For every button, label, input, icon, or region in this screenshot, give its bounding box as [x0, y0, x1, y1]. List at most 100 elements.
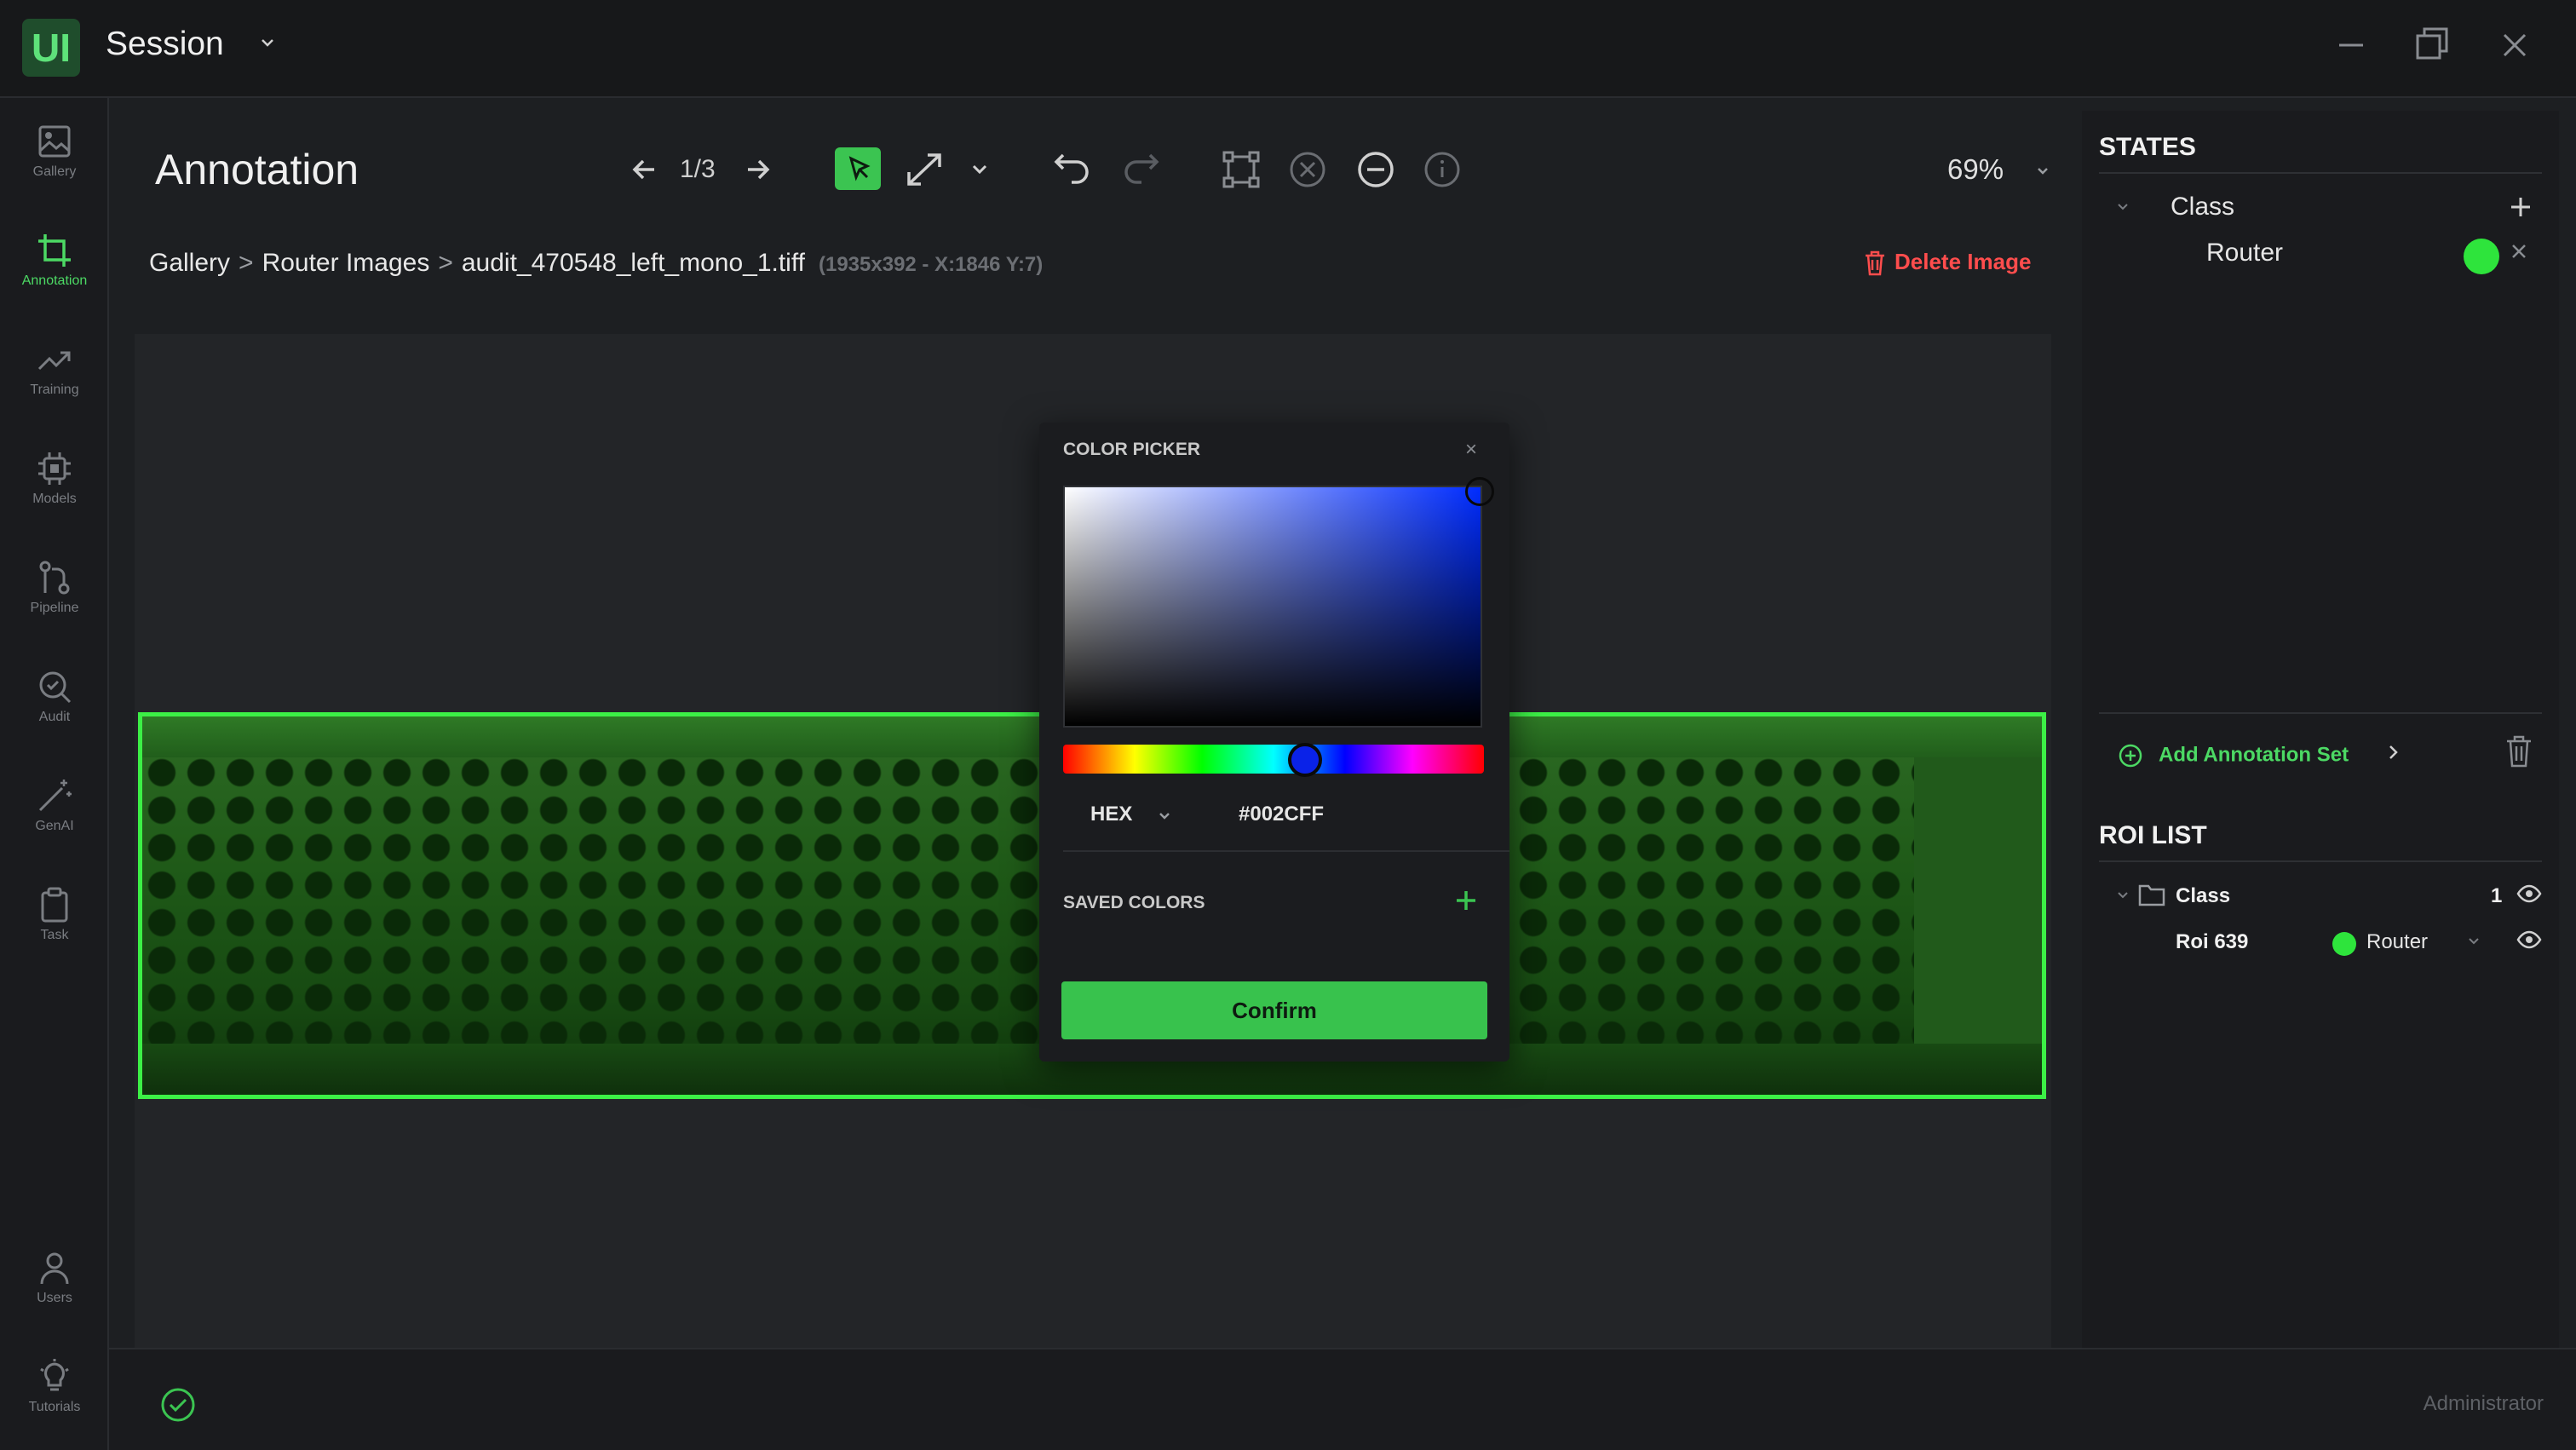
breadcrumb-separator: > — [438, 249, 453, 277]
nav-label: Tutorials — [28, 1400, 81, 1414]
branch-icon — [39, 561, 70, 595]
clipboard-icon — [41, 887, 68, 923]
nav-label: Gallery — [32, 164, 77, 179]
chip-icon — [38, 452, 71, 485]
confirm-button[interactable]: Confirm — [1061, 981, 1487, 1039]
breadcrumb-filename: audit_470548_left_mono_1.tiff — [461, 249, 805, 277]
session-title[interactable]: Session — [106, 26, 224, 63]
add-icon[interactable] — [2508, 194, 2533, 220]
clear-icon[interactable] — [1288, 148, 1327, 191]
nav-item-users[interactable]: Users — [0, 1238, 109, 1332]
chevron-down-icon[interactable] — [2114, 886, 2131, 903]
nav-item-models[interactable]: Models — [0, 439, 109, 532]
nav-label: Task — [40, 928, 69, 942]
close-icon[interactable]: × — [1465, 438, 1477, 462]
page-indicator: 1/3 — [680, 155, 716, 183]
breadcrumb: Gallery > Router Images > audit_470548_left_… — [149, 249, 1043, 278]
saved-colors-title: SAVED COLORS — [1063, 893, 1205, 912]
right-panel: STATES Class Router Add Annotation Set R… — [2082, 111, 2559, 1348]
nav-item-annotation[interactable]: Annotation — [0, 221, 109, 314]
chevron-down-icon[interactable] — [257, 32, 278, 53]
lightbulb-icon — [40, 1359, 69, 1391]
cursor-icon — [848, 156, 871, 181]
nav-label: Annotation — [21, 273, 88, 288]
eye-icon[interactable] — [2516, 927, 2542, 952]
user-role: Administrator — [2423, 1392, 2544, 1415]
nav-label: GenAI — [35, 819, 74, 833]
trash-icon[interactable] — [2504, 734, 2533, 768]
saturation-handle[interactable] — [1465, 477, 1494, 506]
chevron-down-icon[interactable] — [969, 148, 990, 191]
redo-icon[interactable] — [1119, 148, 1162, 191]
roi-count: 1 — [2491, 884, 2503, 907]
image-edge — [1914, 757, 2042, 1052]
nav-item-task[interactable]: Task — [0, 875, 109, 969]
nav-item-gallery[interactable]: Gallery — [0, 112, 109, 205]
chevron-down-icon[interactable] — [2465, 932, 2482, 949]
chevron-down-icon[interactable] — [2114, 198, 2131, 215]
page-title: Annotation — [155, 146, 359, 193]
info-icon[interactable] — [1423, 148, 1462, 191]
trend-icon — [37, 351, 71, 371]
image-meta: (1935x392 - X:1846 Y:7) — [818, 253, 1044, 276]
arrow-right-icon[interactable] — [743, 148, 773, 191]
chevron-down-icon[interactable] — [1157, 808, 1172, 823]
folder-icon — [2138, 883, 2165, 906]
breadcrumb-separator: > — [239, 249, 254, 277]
divider — [2099, 172, 2542, 174]
plus-circle-icon — [2119, 744, 2142, 768]
undo-icon[interactable] — [1051, 148, 1094, 191]
color-picker-dialog: COLOR PICKER × HEX #002CFF SAVED COLORS … — [1039, 423, 1509, 1062]
state-router-label: Router — [2206, 239, 2284, 267]
delete-image-button[interactable]: Delete Image — [1864, 249, 2031, 276]
nav-label: Models — [32, 492, 77, 506]
roi-list-title: ROI LIST — [2099, 821, 2207, 849]
roi-name: Roi 639 — [2176, 930, 2249, 953]
restore-icon[interactable] — [2414, 24, 2452, 66]
nav-item-training[interactable]: Training — [0, 330, 109, 423]
nav-item-audit[interactable]: Audit — [0, 657, 109, 751]
breadcrumb-gallery[interactable]: Gallery — [149, 249, 230, 277]
close-icon[interactable] — [2498, 24, 2532, 66]
nav-label: Audit — [38, 710, 71, 724]
add-annotation-set-button[interactable]: Add Annotation Set — [2118, 743, 2349, 768]
color-format-select[interactable]: HEX — [1090, 803, 1132, 826]
roi-class-label: Class — [2176, 884, 2231, 907]
app-logo: UI — [22, 19, 80, 77]
color-picker-title: COLOR PICKER — [1063, 440, 1201, 459]
crop-icon — [38, 234, 71, 267]
remove-icon[interactable] — [1356, 148, 1395, 191]
eye-icon[interactable] — [2516, 881, 2542, 906]
states-title: STATES — [2099, 133, 2196, 161]
saturation-value-area[interactable] — [1063, 477, 1494, 728]
status-bar: Administrator — [109, 1348, 2576, 1450]
nav-item-tutorials[interactable]: Tutorials — [0, 1347, 109, 1441]
trash-icon — [1866, 250, 1884, 276]
hue-slider[interactable] — [1063, 745, 1484, 774]
state-class-label: Class — [2171, 193, 2235, 221]
divider — [2099, 712, 2542, 714]
select-tool-button[interactable] — [835, 147, 881, 190]
hex-input[interactable]: #002CFF — [1239, 803, 1324, 826]
hue-handle[interactable] — [1288, 743, 1322, 777]
delete-image-label: Delete Image — [1895, 249, 2032, 274]
add-saved-color-icon[interactable] — [1453, 888, 1479, 913]
search-icon — [39, 671, 72, 704]
breadcrumb-router-images[interactable]: Router Images — [262, 249, 430, 277]
nav-item-pipeline[interactable]: Pipeline — [0, 548, 109, 642]
remove-state-icon[interactable] — [2508, 240, 2530, 262]
add-annotation-set-label: Add Annotation Set — [2159, 743, 2349, 767]
color-swatch[interactable] — [2464, 239, 2499, 274]
nav-label: Pipeline — [30, 601, 79, 615]
chevron-down-icon[interactable] — [2034, 162, 2051, 179]
chevron-right-icon[interactable] — [2383, 739, 2404, 765]
expand-icon[interactable] — [905, 148, 944, 191]
divider — [2099, 860, 2542, 862]
nav-item-genai[interactable]: GenAI — [0, 766, 109, 860]
user-icon — [40, 1252, 69, 1285]
minimize-icon[interactable] — [2336, 24, 2366, 66]
bounding-box-icon[interactable] — [1222, 148, 1261, 191]
roi-class-select[interactable]: Router — [2366, 930, 2428, 954]
zoom-level[interactable]: 69% — [1947, 153, 2004, 186]
arrow-left-icon[interactable] — [629, 148, 659, 191]
